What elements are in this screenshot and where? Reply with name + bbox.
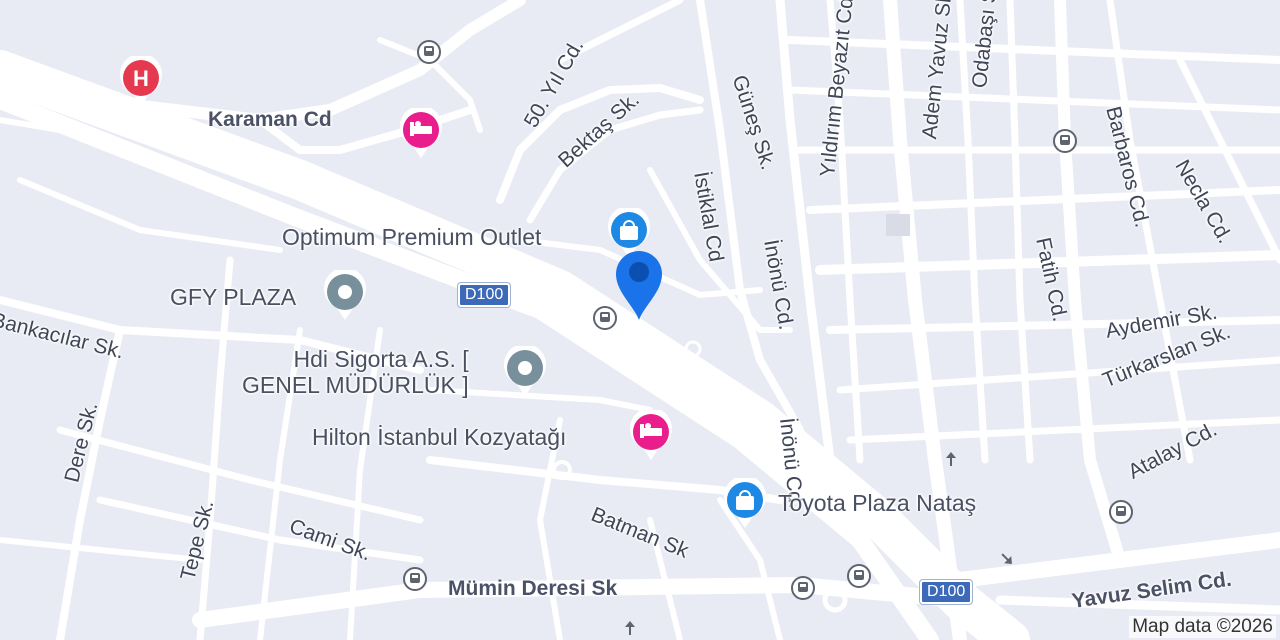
map-attribution: Map data ©2026 (1129, 616, 1276, 638)
landmark-icon-gfy[interactable] (322, 270, 368, 322)
shopping-bag-icon-toyota[interactable] (722, 478, 768, 530)
poi-label-hdi-line2: GENEL MÜDÜRLÜK ] (242, 372, 469, 398)
route-shield-d100-south: D100 (920, 580, 973, 604)
poi-label-hdi-line1: Hdi Sigorta A.S. [ (293, 346, 469, 372)
poi-label-gfy-plaza[interactable]: GFY PLAZA (170, 284, 296, 310)
bus-stop-icon[interactable] (847, 564, 871, 588)
hotel-icon[interactable] (398, 108, 444, 160)
hotel-icon-hilton[interactable] (628, 410, 674, 462)
location-pin-icon[interactable] (612, 248, 666, 324)
one-way-arrow-icon (946, 452, 956, 466)
bus-stop-icon[interactable] (1109, 500, 1133, 524)
bus-stop-icon[interactable] (403, 567, 427, 591)
poi-label-optimum[interactable]: Optimum Premium Outlet (282, 224, 541, 250)
landmark-icon-hdi[interactable] (502, 346, 548, 398)
one-way-arrow-icon (625, 621, 635, 635)
map-canvas[interactable]: Karaman Cd 50. Yıl Cd. Bektaş Sk. Güneş … (0, 0, 1280, 640)
hospital-letter: H (133, 66, 149, 91)
bus-stop-icon[interactable] (791, 576, 815, 600)
poi-label-hdi[interactable]: Hdi Sigorta A.S. [ GENEL MÜDÜRLÜK ] (242, 346, 469, 398)
route-shield-d100: D100 (458, 283, 511, 307)
street-label-karaman: Karaman Cd (208, 108, 332, 131)
poi-label-toyota[interactable]: Toyota Plaza Nataş (778, 490, 976, 516)
bus-stop-icon[interactable] (417, 40, 441, 64)
bus-stop-icon[interactable] (1053, 129, 1077, 153)
street-label-mumin-deresi: Mümin Deresi Sk (448, 577, 618, 600)
hospital-icon[interactable]: H (118, 56, 164, 108)
poi-label-hilton[interactable]: Hilton İstanbul Kozyatağı (312, 424, 566, 450)
